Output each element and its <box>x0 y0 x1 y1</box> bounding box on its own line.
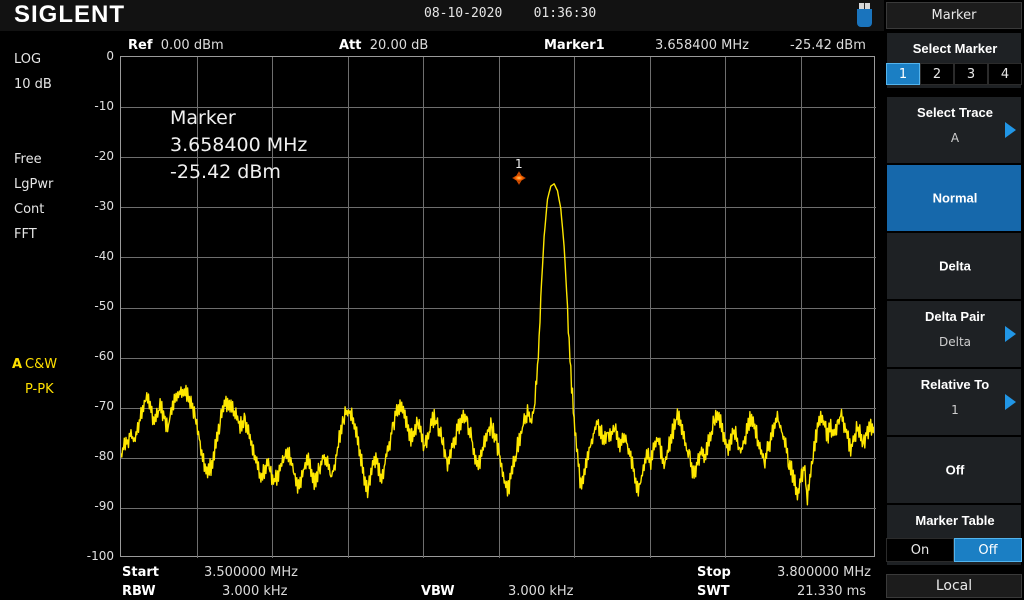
y-tick-1: -10 <box>94 99 114 113</box>
usb-icon-body <box>857 9 872 27</box>
chevron-right-icon <box>1005 122 1016 138</box>
menu-normal-label: Normal <box>887 191 1023 206</box>
local-button[interactable]: Local <box>886 574 1022 598</box>
rbw-value: 3.000 kHz <box>222 584 287 599</box>
spectrum-plot: Marker 3.658400 MHz -25.42 dBm 1 <box>120 56 875 557</box>
spectrum-analyzer-screen: SIGLENT 08-10-2020 01:36:30 LOG 10 dB Fr… <box>0 0 1024 600</box>
menu-off[interactable]: Off <box>886 436 1022 504</box>
date-text: 08-10-2020 <box>424 6 502 21</box>
menu-delta[interactable]: Delta <box>886 232 1022 300</box>
menu-select-trace[interactable]: Select Trace A <box>886 96 1022 164</box>
menu-title: Marker <box>886 2 1022 29</box>
menu-delta-pair-value: Delta <box>887 335 1023 349</box>
softkey-menu: Marker Select Marker 1 2 3 4 Select Trac… <box>884 0 1024 600</box>
stop-label: Stop <box>697 565 731 580</box>
select-marker-option-4[interactable]: 4 <box>988 63 1022 85</box>
datetime-display: 08-10-2020 01:36:30 <box>424 6 596 21</box>
y-tick-3: -30 <box>94 199 114 213</box>
menu-select-marker-label: Select Marker <box>887 41 1023 56</box>
marker-readout-block: Marker 3.658400 MHz -25.42 dBm <box>170 105 307 186</box>
chevron-right-icon-2 <box>1005 326 1016 342</box>
y-tick-9: -90 <box>94 499 114 513</box>
marker-table-segmented-control[interactable]: On Off <box>886 538 1022 562</box>
marker-table-option-off[interactable]: Off <box>954 538 1022 562</box>
y-tick-2: -20 <box>94 149 114 163</box>
usb-drive-icon <box>857 3 872 27</box>
ref-value: 0.00 dBm <box>161 38 224 53</box>
att-value: 20.00 dB <box>370 38 429 53</box>
time-text: 01:36:30 <box>534 6 597 21</box>
menu-delta-pair[interactable]: Delta Pair Delta <box>886 300 1022 368</box>
menu-relative-to-value: 1 <box>887 403 1023 417</box>
select-marker-option-3[interactable]: 3 <box>954 63 988 85</box>
select-marker-option-1[interactable]: 1 <box>886 63 920 85</box>
select-marker-option-2[interactable]: 2 <box>920 63 954 85</box>
marker-1-number: 1 <box>515 157 523 171</box>
siglent-logo: SIGLENT <box>14 1 125 29</box>
marker-1-pointer-icon[interactable] <box>512 171 526 185</box>
y-tick-10: -100 <box>87 549 114 563</box>
start-label: Start <box>122 565 159 580</box>
vbw-value: 3.000 kHz <box>508 584 573 599</box>
y-tick-8: -80 <box>94 449 114 463</box>
menu-off-label: Off <box>887 463 1023 478</box>
marker-header-amp: -25.42 dBm <box>790 38 866 53</box>
y-tick-6: -60 <box>94 349 114 363</box>
marker-readout-amplitude: -25.42 dBm <box>170 159 307 186</box>
menu-normal[interactable]: Normal <box>886 164 1022 232</box>
swt-label: SWT <box>697 584 730 599</box>
bottom-status-bar: Start 3.500000 MHz Stop 3.800000 MHz RBW… <box>0 562 884 600</box>
menu-select-trace-value: A <box>887 131 1023 145</box>
marker-readout-title: Marker <box>170 105 307 132</box>
menu-delta-pair-label: Delta Pair <box>887 309 1023 324</box>
stop-value: 3.800000 MHz <box>777 565 871 580</box>
select-marker-segmented-control[interactable]: 1 2 3 4 <box>886 63 1022 85</box>
marker-header-freq: 3.658400 MHz <box>655 38 749 53</box>
start-value: 3.500000 MHz <box>204 565 298 580</box>
menu-delta-label: Delta <box>887 259 1023 274</box>
measurement-header: Ref 0.00 dBm Att 20.00 dB Marker1 3.6584… <box>0 34 884 54</box>
y-axis-labels: 0 -10 -20 -30 -40 -50 -60 -70 -80 -90 -1… <box>0 56 118 557</box>
marker-header-label: Marker1 <box>544 38 605 53</box>
y-tick-7: -70 <box>94 399 114 413</box>
att-label: Att <box>339 38 362 53</box>
marker-table-option-on[interactable]: On <box>886 538 954 562</box>
chevron-right-icon-3 <box>1005 394 1016 410</box>
swt-value: 21.330 ms <box>797 584 866 599</box>
vbw-label: VBW <box>421 584 455 599</box>
y-tick-0: 0 <box>106 49 114 63</box>
menu-relative-to-label: Relative To <box>887 377 1023 392</box>
menu-marker-table-label: Marker Table <box>887 513 1023 528</box>
rbw-label: RBW <box>122 584 156 599</box>
marker-readout-frequency: 3.658400 MHz <box>170 132 307 159</box>
top-bar: SIGLENT 08-10-2020 01:36:30 <box>0 0 1024 31</box>
y-tick-5: -50 <box>94 299 114 313</box>
ref-label: Ref <box>128 38 152 53</box>
y-tick-4: -40 <box>94 249 114 263</box>
menu-select-trace-label: Select Trace <box>887 105 1023 120</box>
menu-relative-to[interactable]: Relative To 1 <box>886 368 1022 436</box>
